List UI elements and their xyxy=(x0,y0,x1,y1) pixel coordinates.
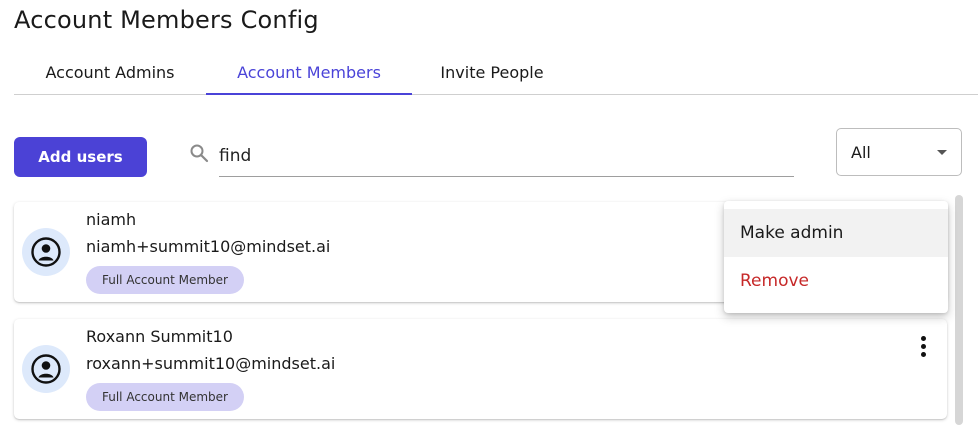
member-email: niamh+summit10@mindset.ai xyxy=(86,237,331,256)
person-icon xyxy=(31,237,61,267)
search-icon xyxy=(189,143,209,163)
add-users-button[interactable]: Add users xyxy=(14,137,147,177)
filter-selected-value: All xyxy=(851,143,871,162)
more-options-icon[interactable] xyxy=(915,333,931,361)
tab-bar: Account Admins Account Members Invite Pe… xyxy=(14,54,978,95)
tab-invite-people[interactable]: Invite People xyxy=(424,54,560,94)
person-icon xyxy=(31,354,61,384)
role-badge: Full Account Member xyxy=(86,383,244,411)
tab-account-admins[interactable]: Account Admins xyxy=(28,54,192,94)
scrollbar[interactable] xyxy=(955,195,963,425)
page-title: Account Members Config xyxy=(14,6,319,34)
search-input[interactable] xyxy=(219,136,794,177)
member-card: Roxann Summit10 roxann+summit10@mindset.… xyxy=(14,319,947,419)
remove-menu-item[interactable]: Remove xyxy=(724,257,948,305)
member-name: Roxann Summit10 xyxy=(86,327,233,346)
avatar xyxy=(22,345,70,393)
make-admin-menu-item[interactable]: Make admin xyxy=(724,209,948,257)
role-badge: Full Account Member xyxy=(86,266,244,294)
avatar xyxy=(22,228,70,276)
member-email: roxann+summit10@mindset.ai xyxy=(86,354,336,373)
tab-account-members[interactable]: Account Members xyxy=(206,54,412,95)
member-name: niamh xyxy=(86,210,137,229)
member-filter-select[interactable]: All xyxy=(836,128,962,176)
member-actions-menu: Make admin Remove xyxy=(724,201,948,313)
caret-down-icon xyxy=(937,150,947,155)
